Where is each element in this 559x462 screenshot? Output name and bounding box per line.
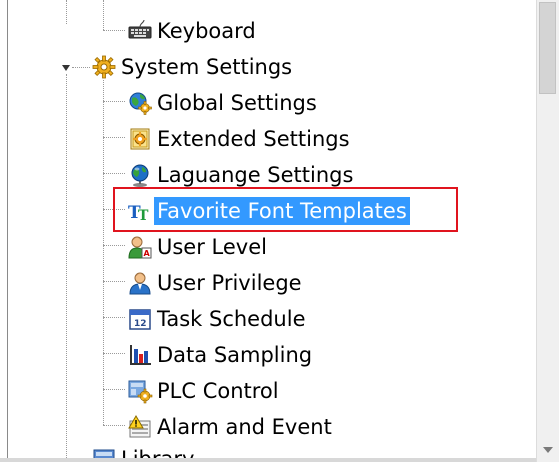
tree-bottom-border — [0, 458, 536, 462]
user-privilege-icon — [126, 269, 154, 297]
tree-item-label: Task Schedule — [157, 307, 306, 331]
vertical-scrollbar[interactable] — [536, 0, 559, 462]
scroll-down-arrow-icon[interactable] — [537, 442, 559, 458]
tree-connector — [103, 101, 125, 102]
highlight-box — [113, 187, 458, 232]
system-settings-gear-icon — [90, 53, 118, 81]
collapse-arrow-icon[interactable] — [60, 62, 72, 74]
tree-item-task-schedule[interactable]: 12 Task Schedule — [126, 303, 309, 335]
tree-item-label: Data Sampling — [157, 343, 313, 367]
tree-item-label: System Settings — [121, 55, 293, 79]
tree-connector — [103, 173, 125, 174]
scrollbar-thumb[interactable] — [539, 2, 556, 94]
tree-connector — [103, 425, 125, 426]
tree-connector — [66, 0, 67, 24]
tree-item-keyboard[interactable]: Keyboard — [126, 15, 259, 47]
tree-item-alarm-and-event[interactable]: Alarm and Event — [126, 411, 335, 443]
tree-connector — [72, 67, 90, 68]
project-tree: Keyboard System Settings Global Settings… — [0, 0, 536, 462]
tree-connector — [103, 317, 125, 318]
tree-left-border — [7, 0, 8, 462]
alarm-warning-icon — [126, 413, 154, 441]
tree-item-extended-settings[interactable]: Extended Settings — [126, 123, 353, 155]
tree-item-user-privilege[interactable]: User Privilege — [126, 267, 305, 299]
keyboard-icon — [126, 17, 154, 45]
tree-item-label: User Level — [157, 235, 267, 259]
tree-connector — [103, 30, 125, 31]
tree-item-data-sampling[interactable]: Data Sampling — [126, 339, 315, 371]
tree-connector — [103, 245, 125, 246]
tree-connector — [103, 0, 104, 30]
tree-item-user-level[interactable]: A User Level — [126, 231, 270, 263]
tree-item-label: Keyboard — [157, 19, 256, 43]
plc-control-icon — [126, 377, 154, 405]
calendar-icon: 12 — [126, 305, 154, 333]
tree-item-label: PLC Control — [157, 379, 279, 403]
tree-item-global-settings[interactable]: Global Settings — [126, 87, 320, 119]
tree-connector — [103, 389, 125, 390]
tree-item-label: Laguange Settings — [157, 163, 354, 187]
tree-item-label: Extended Settings — [157, 127, 350, 151]
tree-connector — [103, 281, 125, 282]
bar-chart-icon — [126, 341, 154, 369]
user-level-icon: A — [126, 233, 154, 261]
tree-connector — [66, 74, 67, 462]
language-globe-icon — [126, 161, 154, 189]
tree-item-plc-control[interactable]: PLC Control — [126, 375, 282, 407]
tree-item-system-settings[interactable]: System Settings — [90, 51, 295, 83]
tree-item-label: User Privilege — [157, 271, 302, 295]
tree-connector — [103, 137, 125, 138]
tree-connector — [103, 80, 104, 425]
tree-connector — [103, 353, 125, 354]
svg-text:12: 12 — [134, 319, 147, 329]
extended-settings-icon — [126, 125, 154, 153]
tree-item-label: Global Settings — [157, 91, 317, 115]
svg-text:A: A — [144, 249, 151, 258]
globe-settings-icon — [126, 89, 154, 117]
tree-item-label: Alarm and Event — [157, 415, 332, 439]
